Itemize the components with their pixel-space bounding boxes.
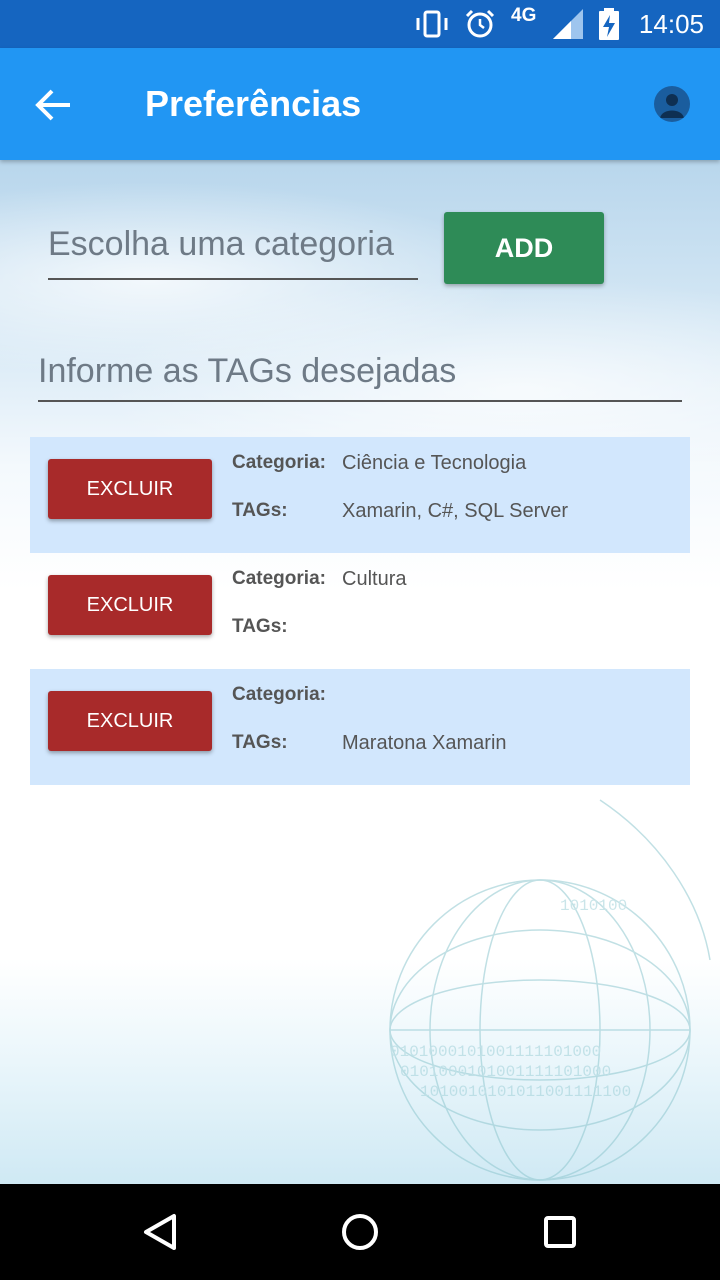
- list-item: EXCLUIR Categoria: TAGs: Maratona Xamari…: [30, 669, 690, 785]
- svg-text:0101000101001111101000: 0101000101001111101000: [400, 1063, 611, 1081]
- signal-icon: [551, 0, 585, 48]
- list-item: EXCLUIR Categoria: Ciência e Tecnologia …: [30, 437, 690, 553]
- category-label: Categoria:: [232, 684, 326, 705]
- recents-square-icon[interactable]: [536, 1208, 584, 1256]
- svg-text:1010100: 1010100: [560, 897, 627, 915]
- arrow-back-icon[interactable]: [30, 82, 76, 128]
- category-label: Categoria:: [232, 452, 326, 473]
- category-input[interactable]: [48, 210, 418, 280]
- category-value: Cultura: [342, 568, 407, 590]
- globe-background-graphic: 0101000101001111101000 01010001010011111…: [389, 799, 711, 1181]
- vibrate-icon: [414, 0, 450, 48]
- home-circle-icon[interactable]: [336, 1208, 384, 1256]
- category-label: Categoria:: [232, 568, 326, 589]
- back-triangle-icon[interactable]: [136, 1208, 184, 1256]
- alarm-icon: [464, 0, 496, 48]
- category-value: Ciência e Tecnologia: [342, 452, 527, 474]
- tags-value: Maratona Xamarin: [342, 732, 507, 754]
- tags-label: TAGs:: [232, 500, 288, 521]
- list-item: EXCLUIR Categoria: Cultura TAGs:: [30, 553, 690, 669]
- preferences-list: EXCLUIR Categoria: Ciência e Tecnologia …: [30, 437, 690, 785]
- svg-text:0101000101001111101000: 0101000101001111101000: [390, 1043, 601, 1061]
- tags-input[interactable]: [38, 342, 682, 402]
- tags-label: TAGs:: [232, 732, 288, 753]
- delete-button[interactable]: EXCLUIR: [48, 691, 212, 751]
- network-type: 4G: [511, 5, 537, 26]
- status-time: 14:05: [638, 8, 704, 39]
- navigation-bar: [0, 1184, 720, 1280]
- status-bar: 4G 14:05: [0, 0, 720, 48]
- delete-button[interactable]: EXCLUIR: [48, 459, 212, 519]
- tags-label: TAGs:: [232, 616, 288, 637]
- tags-value: Xamarin, C#, SQL Server: [342, 500, 569, 522]
- app-bar: Preferências: [0, 48, 720, 160]
- battery-charging-icon: [597, 0, 621, 48]
- add-button[interactable]: ADD: [444, 212, 604, 284]
- account-icon[interactable]: [654, 86, 690, 122]
- page-title: Preferências: [145, 83, 362, 124]
- content-area: 0101000101001111101000 01010001010011111…: [0, 160, 720, 1184]
- svg-text:1010010101011001111100: 1010010101011001111100: [420, 1083, 631, 1101]
- delete-button[interactable]: EXCLUIR: [48, 575, 212, 635]
